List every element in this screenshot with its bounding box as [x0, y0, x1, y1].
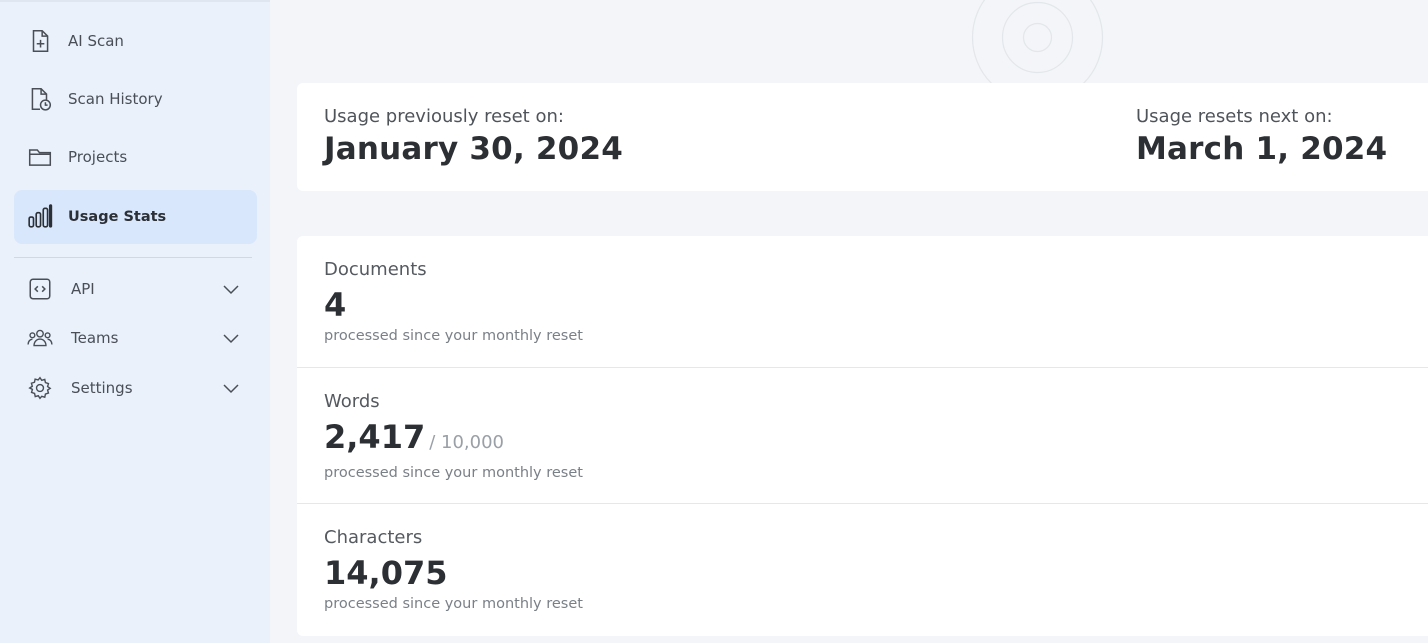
sidebar-group-teams[interactable]: Teams [14, 311, 257, 365]
sidebar-item-label: AI Scan [68, 32, 124, 50]
stat-note: processed since your monthly reset [324, 596, 583, 612]
stat-note: processed since your monthly reset [324, 328, 583, 344]
stat-label: Characters [324, 527, 423, 548]
stat-limit: / 10,000 [429, 432, 504, 453]
bar-chart-icon [26, 203, 54, 231]
stat-words: Words 2,417/ 10,000 processed since your… [297, 368, 1428, 504]
sidebar: AI Scan Scan History Projects Usage Stat… [0, 0, 270, 643]
stat-label: Documents [324, 259, 427, 280]
chevron-down-icon[interactable] [221, 378, 241, 398]
stat-value: 2,417 [324, 418, 426, 456]
next-reset-date: March 1, 2024 [1136, 131, 1388, 167]
sidebar-item-label: Usage Stats [68, 209, 167, 225]
next-reset-caption: Usage resets next on: [1136, 106, 1333, 127]
chevron-down-icon[interactable] [221, 328, 241, 348]
previous-reset: Usage previously reset on: January 30, 2… [324, 106, 623, 167]
sidebar-group-label: API [71, 280, 95, 298]
sidebar-group-label: Settings [71, 379, 133, 397]
sidebar-group-api[interactable]: API [14, 262, 257, 316]
stat-value-wrap: 2,417/ 10,000 [324, 418, 504, 456]
stat-value: 14,075 [324, 554, 448, 592]
code-icon [26, 275, 54, 303]
stat-characters: Characters 14,075 processed since your m… [297, 504, 1428, 636]
usage-reset-card: Usage previously reset on: January 30, 2… [297, 83, 1428, 191]
sidebar-item-ai-scan[interactable]: AI Scan [14, 14, 257, 68]
gear-icon [26, 374, 54, 402]
previous-reset-date: January 30, 2024 [324, 131, 623, 167]
users-icon [26, 324, 54, 352]
sidebar-item-scan-history[interactable]: Scan History [14, 72, 257, 126]
main-content: Usage previously reset on: January 30, 2… [270, 0, 1428, 643]
sidebar-item-label: Projects [68, 148, 128, 166]
sidebar-group-label: Teams [71, 329, 119, 347]
file-plus-icon [26, 27, 54, 55]
stat-label: Words [324, 391, 380, 412]
stat-value: 4 [324, 286, 347, 324]
sidebar-item-usage-stats[interactable]: Usage Stats [14, 190, 257, 244]
file-clock-icon [26, 85, 54, 113]
stat-note: processed since your monthly reset [324, 465, 583, 481]
sidebar-group-settings[interactable]: Settings [14, 361, 257, 415]
sidebar-item-label: Scan History [68, 90, 163, 108]
sidebar-item-projects[interactable]: Projects [14, 130, 257, 184]
usage-stats-card: Documents 4 processed since your monthly… [297, 236, 1428, 636]
sidebar-divider [14, 257, 252, 258]
chevron-down-icon[interactable] [221, 279, 241, 299]
stat-documents: Documents 4 processed since your monthly… [297, 236, 1428, 368]
next-reset: Usage resets next on: March 1, 2024 [1136, 106, 1387, 167]
previous-reset-caption: Usage previously reset on: [324, 106, 564, 127]
folder-icon [26, 143, 54, 171]
